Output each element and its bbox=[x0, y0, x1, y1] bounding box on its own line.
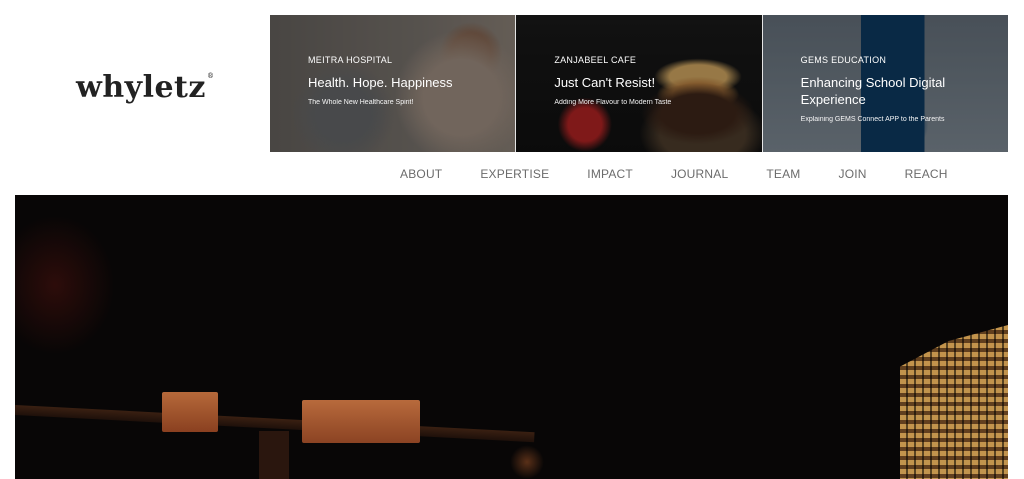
card-title: Health. Hope. Happiness bbox=[308, 75, 453, 90]
nav-join[interactable]: JOIN bbox=[839, 165, 867, 183]
card-title: Just Can't Resist! bbox=[554, 75, 656, 90]
main-nav: ABOUT EXPERTISE IMPACT JOURNAL TEAM JOIN… bbox=[400, 165, 948, 183]
card-subtitle: Explaining GEMS Connect APP to the Paren… bbox=[800, 116, 945, 123]
nav-about[interactable]: ABOUT bbox=[400, 165, 442, 183]
street-lamp bbox=[510, 445, 544, 479]
registered-mark: ® bbox=[206, 72, 215, 80]
nav-journal[interactable]: JOURNAL bbox=[671, 165, 728, 183]
nav-impact[interactable]: IMPACT bbox=[587, 165, 633, 183]
site-logo[interactable]: whyletz® bbox=[76, 70, 214, 105]
hero-image-night-city bbox=[15, 195, 1008, 479]
logo-text: whyletz bbox=[76, 70, 206, 105]
nav-team[interactable]: TEAM bbox=[766, 165, 800, 183]
street-sign bbox=[162, 392, 218, 432]
street-sign bbox=[302, 400, 420, 443]
card-title: Enhancing School Digital Experience bbox=[800, 75, 946, 107]
featured-card-gems[interactable]: GEMS EDUCATION Enhancing School Digital … bbox=[762, 15, 1008, 152]
featured-card-zanjabeel[interactable]: ZANJABEEL CAFE Just Can't Resist! Adding… bbox=[516, 15, 763, 152]
card-subtitle: Adding More Flavour to Modern Taste bbox=[554, 99, 672, 106]
card-client: MEITRA HOSPITAL bbox=[308, 55, 393, 65]
featured-cards: MEITRA HOSPITAL Health. Hope. Happiness … bbox=[270, 15, 1008, 152]
lit-building bbox=[900, 325, 1008, 479]
nav-reach[interactable]: REACH bbox=[905, 165, 948, 183]
card-client: ZANJABEEL CAFE bbox=[554, 55, 637, 65]
card-client: GEMS EDUCATION bbox=[800, 55, 887, 65]
nav-expertise[interactable]: EXPERTISE bbox=[480, 165, 549, 183]
featured-card-meitra[interactable]: MEITRA HOSPITAL Health. Hope. Happiness … bbox=[270, 15, 517, 152]
card-subtitle: The Whole New Healthcare Spirit! bbox=[308, 99, 414, 106]
